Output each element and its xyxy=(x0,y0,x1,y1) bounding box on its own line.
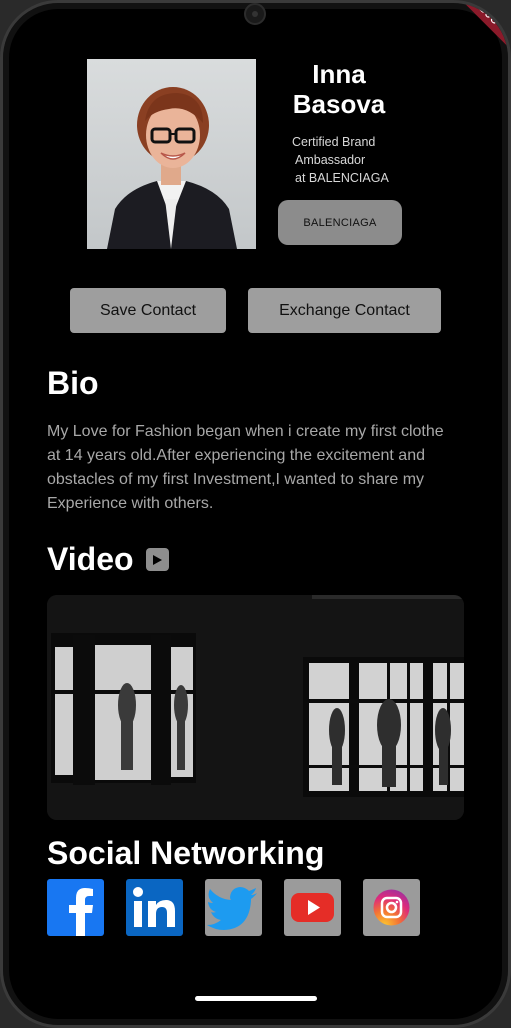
instagram-icon[interactable] xyxy=(363,879,420,936)
profile-photo xyxy=(87,59,256,249)
profile-name: Inna Basova xyxy=(292,59,386,119)
video-player[interactable] xyxy=(47,595,464,820)
home-indicator[interactable] xyxy=(195,996,317,1001)
youtube-icon[interactable] xyxy=(284,879,341,936)
linkedin-icon[interactable] xyxy=(126,879,183,936)
front-camera xyxy=(244,3,266,25)
debug-banner: DEBUG xyxy=(442,3,508,52)
video-heading: Video xyxy=(47,541,134,577)
exchange-contact-button[interactable]: Exchange Contact xyxy=(248,288,441,333)
phone-screen: DEBUG Inna Basova Certified Brand Ambass… xyxy=(0,0,511,1028)
title-line-3: at BALENCIAGA xyxy=(295,171,389,185)
bio-text: My Love for Fashion began when i create … xyxy=(47,423,444,512)
title-line-1: Certified Brand xyxy=(292,135,376,149)
save-contact-button[interactable]: Save Contact xyxy=(70,288,226,333)
facebook-icon[interactable] xyxy=(47,879,104,936)
video-section-title: Video xyxy=(47,541,169,578)
twitter-icon[interactable] xyxy=(205,879,262,936)
brand-button[interactable]: BALENCIAGA xyxy=(278,200,402,245)
social-heading: Social Networking xyxy=(47,835,325,871)
play-icon xyxy=(145,548,169,571)
title-line-2: Ambassador xyxy=(295,153,366,167)
bio-heading: Bio xyxy=(47,365,99,401)
profile-title: Certified Brand Ambassador at BALENCIAGA xyxy=(292,133,412,187)
social-icons-row xyxy=(47,879,420,936)
